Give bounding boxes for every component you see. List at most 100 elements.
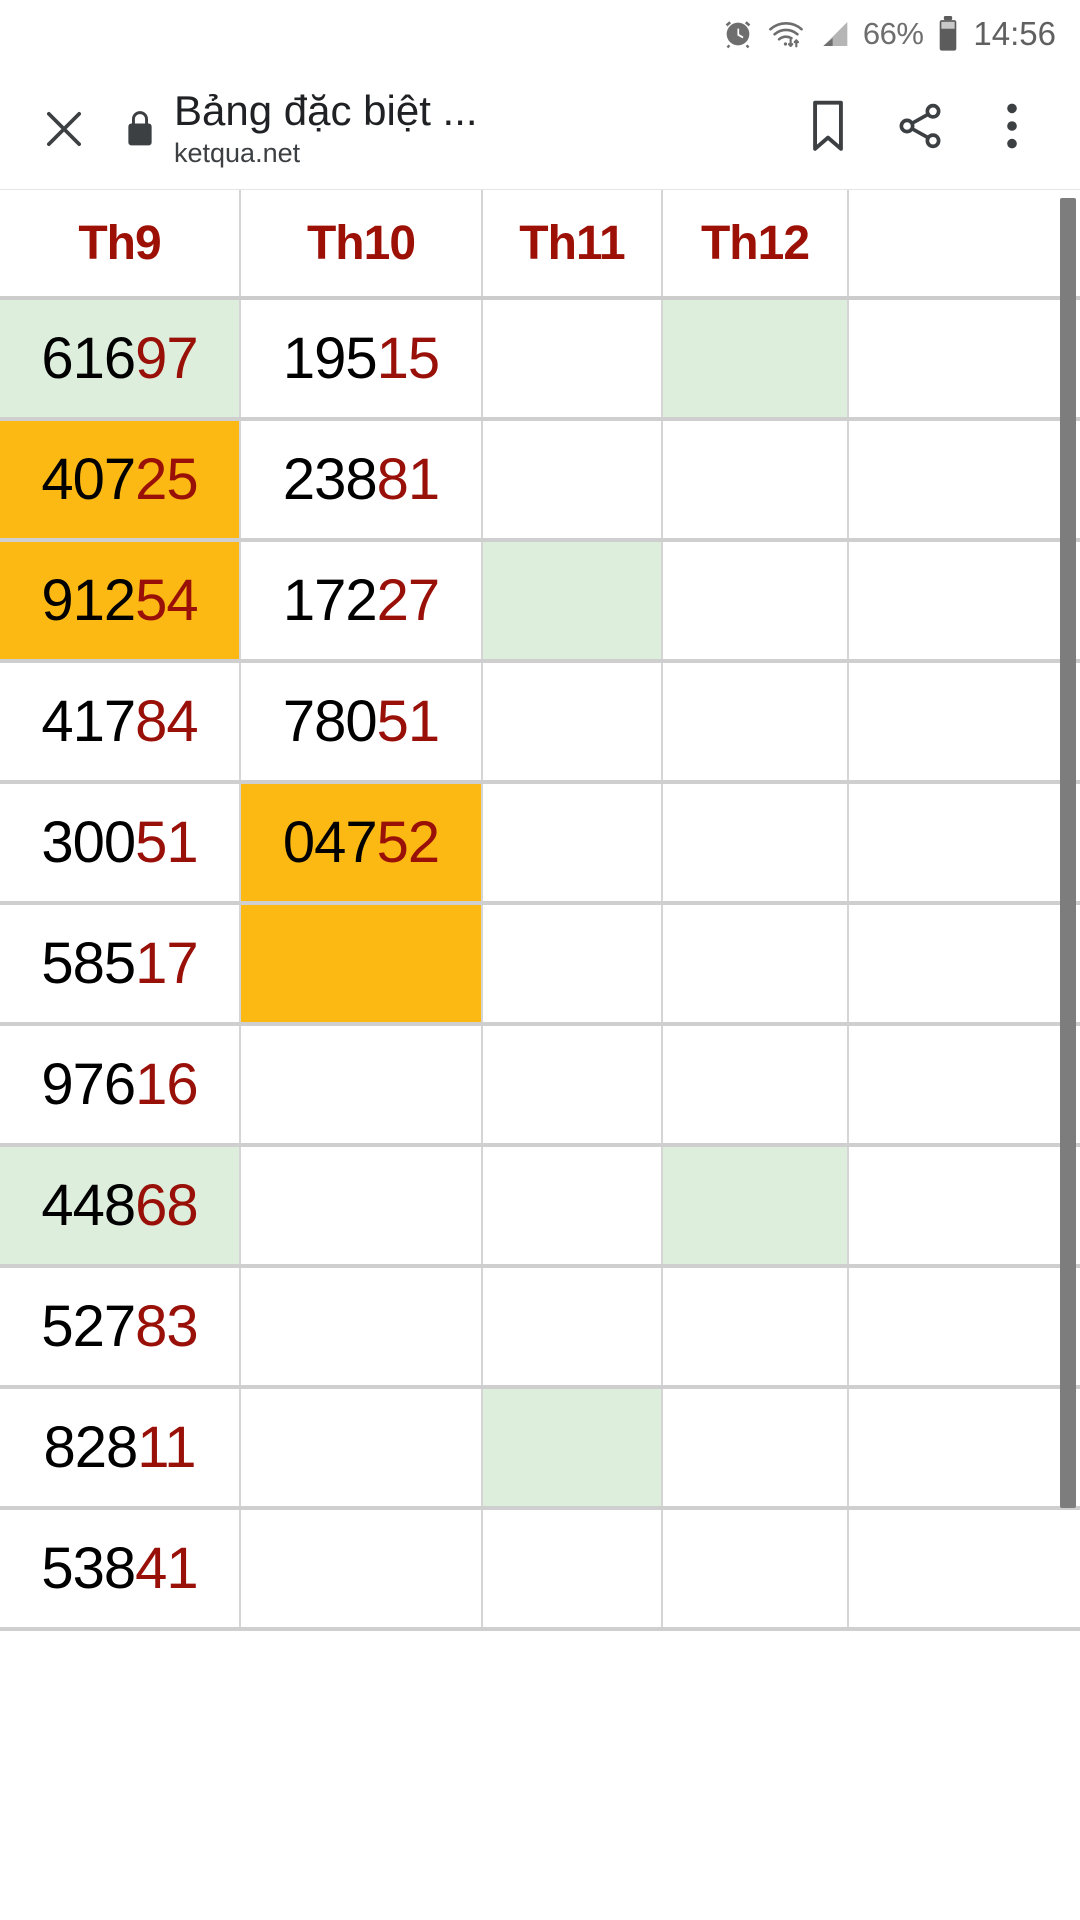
table-header-row: Th9 Th10 Th11 Th12 — [0, 190, 1080, 300]
result-cell: 58517 — [0, 903, 241, 1026]
result-cell: 53841 — [0, 1508, 241, 1631]
result-tail-digits: 81 — [376, 447, 441, 512]
table-row: 30051 04752 — [0, 782, 1080, 905]
result-tail-digits: 16 — [135, 1052, 199, 1117]
table-row: 61697 19515 — [0, 298, 1080, 421]
result-cell — [240, 1266, 483, 1389]
result-cell: 30051 — [0, 782, 241, 905]
result-cell — [482, 782, 663, 905]
result-head-digits: 047 — [282, 810, 378, 875]
result-head-digits: 538 — [41, 1536, 136, 1601]
result-cell — [482, 1508, 663, 1631]
result-cell — [662, 1387, 849, 1510]
table-row: 41784 78051 — [0, 661, 1080, 784]
result-head-digits: 828 — [43, 1415, 139, 1480]
result-head-digits: 448 — [41, 1173, 136, 1238]
result-head-digits: 912 — [41, 568, 136, 633]
result-head-digits: 616 — [41, 326, 136, 391]
result-cell — [848, 1145, 1080, 1268]
result-head-digits: 527 — [41, 1294, 136, 1359]
lottery-results-table: Th9 Th10 Th11 Th12 61697 19515 40725 23881 9125… — [0, 190, 1080, 1631]
result-cell — [662, 1145, 849, 1268]
result-tail-digits: 41 — [135, 1536, 199, 1601]
table-row: 97616 — [0, 1024, 1080, 1147]
column-header-blank — [848, 190, 1080, 300]
more-vertical-icon — [990, 100, 1034, 157]
result-head-digits: 300 — [41, 810, 136, 875]
result-cell — [848, 298, 1080, 421]
result-cell — [240, 1387, 483, 1510]
result-cell — [848, 1387, 1080, 1510]
wifi-icon — [767, 17, 805, 51]
result-cell: 91254 — [0, 540, 241, 663]
result-cell: 04752 — [240, 782, 483, 905]
result-cell — [662, 1266, 849, 1389]
result-cell — [662, 298, 849, 421]
result-cell — [848, 661, 1080, 784]
lock-icon — [112, 109, 168, 149]
result-cell — [240, 1145, 483, 1268]
overflow-menu-button[interactable] — [966, 83, 1058, 175]
vertical-scrollbar[interactable] — [1058, 190, 1080, 1920]
result-tail-digits: 84 — [135, 689, 199, 754]
result-head-digits: 172 — [282, 568, 378, 633]
result-cell — [848, 1508, 1080, 1631]
result-cell — [482, 540, 663, 663]
result-cell — [482, 1266, 663, 1389]
result-head-digits: 417 — [41, 689, 136, 754]
result-cell — [848, 1024, 1080, 1147]
result-cell — [848, 1266, 1080, 1389]
column-header-th9: Th9 — [0, 190, 241, 300]
column-header-th12: Th12 — [662, 190, 849, 300]
browser-toolbar: Bảng đặc biệt ... ketqua.net — [0, 68, 1080, 190]
page-title-block[interactable]: Bảng đặc biệt ... ketqua.net — [168, 88, 782, 170]
result-cell — [662, 1508, 849, 1631]
result-cell — [848, 782, 1080, 905]
result-head-digits: 585 — [41, 931, 136, 996]
close-button[interactable] — [22, 87, 106, 171]
battery-percent-label: 66% — [862, 16, 924, 51]
table-scroll-region[interactable]: Th9 Th10 Th11 Th12 61697 19515 40725 23881 9125… — [0, 190, 1080, 1920]
result-cell — [240, 1024, 483, 1147]
result-tail-digits: 51 — [135, 810, 199, 875]
result-cell: 78051 — [240, 661, 483, 784]
result-tail-digits: 54 — [135, 568, 199, 633]
battery-icon — [935, 16, 961, 52]
table-row: 82811 — [0, 1387, 1080, 1510]
result-cell — [240, 1508, 483, 1631]
result-cell — [848, 903, 1080, 1026]
result-tail-digits: 52 — [376, 810, 441, 875]
bookmark-button[interactable] — [782, 83, 874, 175]
result-cell — [482, 298, 663, 421]
result-cell — [482, 419, 663, 542]
result-tail-digits: 25 — [135, 447, 199, 512]
share-button[interactable] — [874, 83, 966, 175]
result-head-digits: 407 — [41, 447, 136, 512]
result-cell: 82811 — [0, 1387, 241, 1510]
result-cell — [482, 1024, 663, 1147]
result-cell: 40725 — [0, 419, 241, 542]
result-tail-digits: 27 — [376, 568, 441, 633]
column-header-th11: Th11 — [482, 190, 663, 300]
vertical-scrollbar-thumb[interactable] — [1060, 198, 1076, 1508]
page-title: Bảng đặc biệt ... — [174, 88, 478, 134]
result-tail-digits: 15 — [376, 326, 441, 391]
result-head-digits: 976 — [41, 1052, 136, 1117]
result-cell: 41784 — [0, 661, 241, 784]
status-bar-clock: 14:56 — [973, 15, 1056, 52]
result-cell — [482, 903, 663, 1026]
result-cell — [662, 782, 849, 905]
result-cell: 19515 — [240, 298, 483, 421]
column-header-th10: Th10 — [240, 190, 483, 300]
result-cell — [848, 419, 1080, 542]
result-cell: 97616 — [0, 1024, 241, 1147]
cellular-signal-icon — [817, 18, 851, 50]
table-row: 58517 — [0, 903, 1080, 1026]
result-cell — [240, 903, 483, 1026]
bookmark-icon — [805, 98, 851, 159]
alarm-icon — [721, 17, 755, 51]
result-head-digits: 238 — [282, 447, 378, 512]
result-cell — [482, 661, 663, 784]
table-row: 53841 — [0, 1508, 1080, 1631]
result-cell — [662, 540, 849, 663]
